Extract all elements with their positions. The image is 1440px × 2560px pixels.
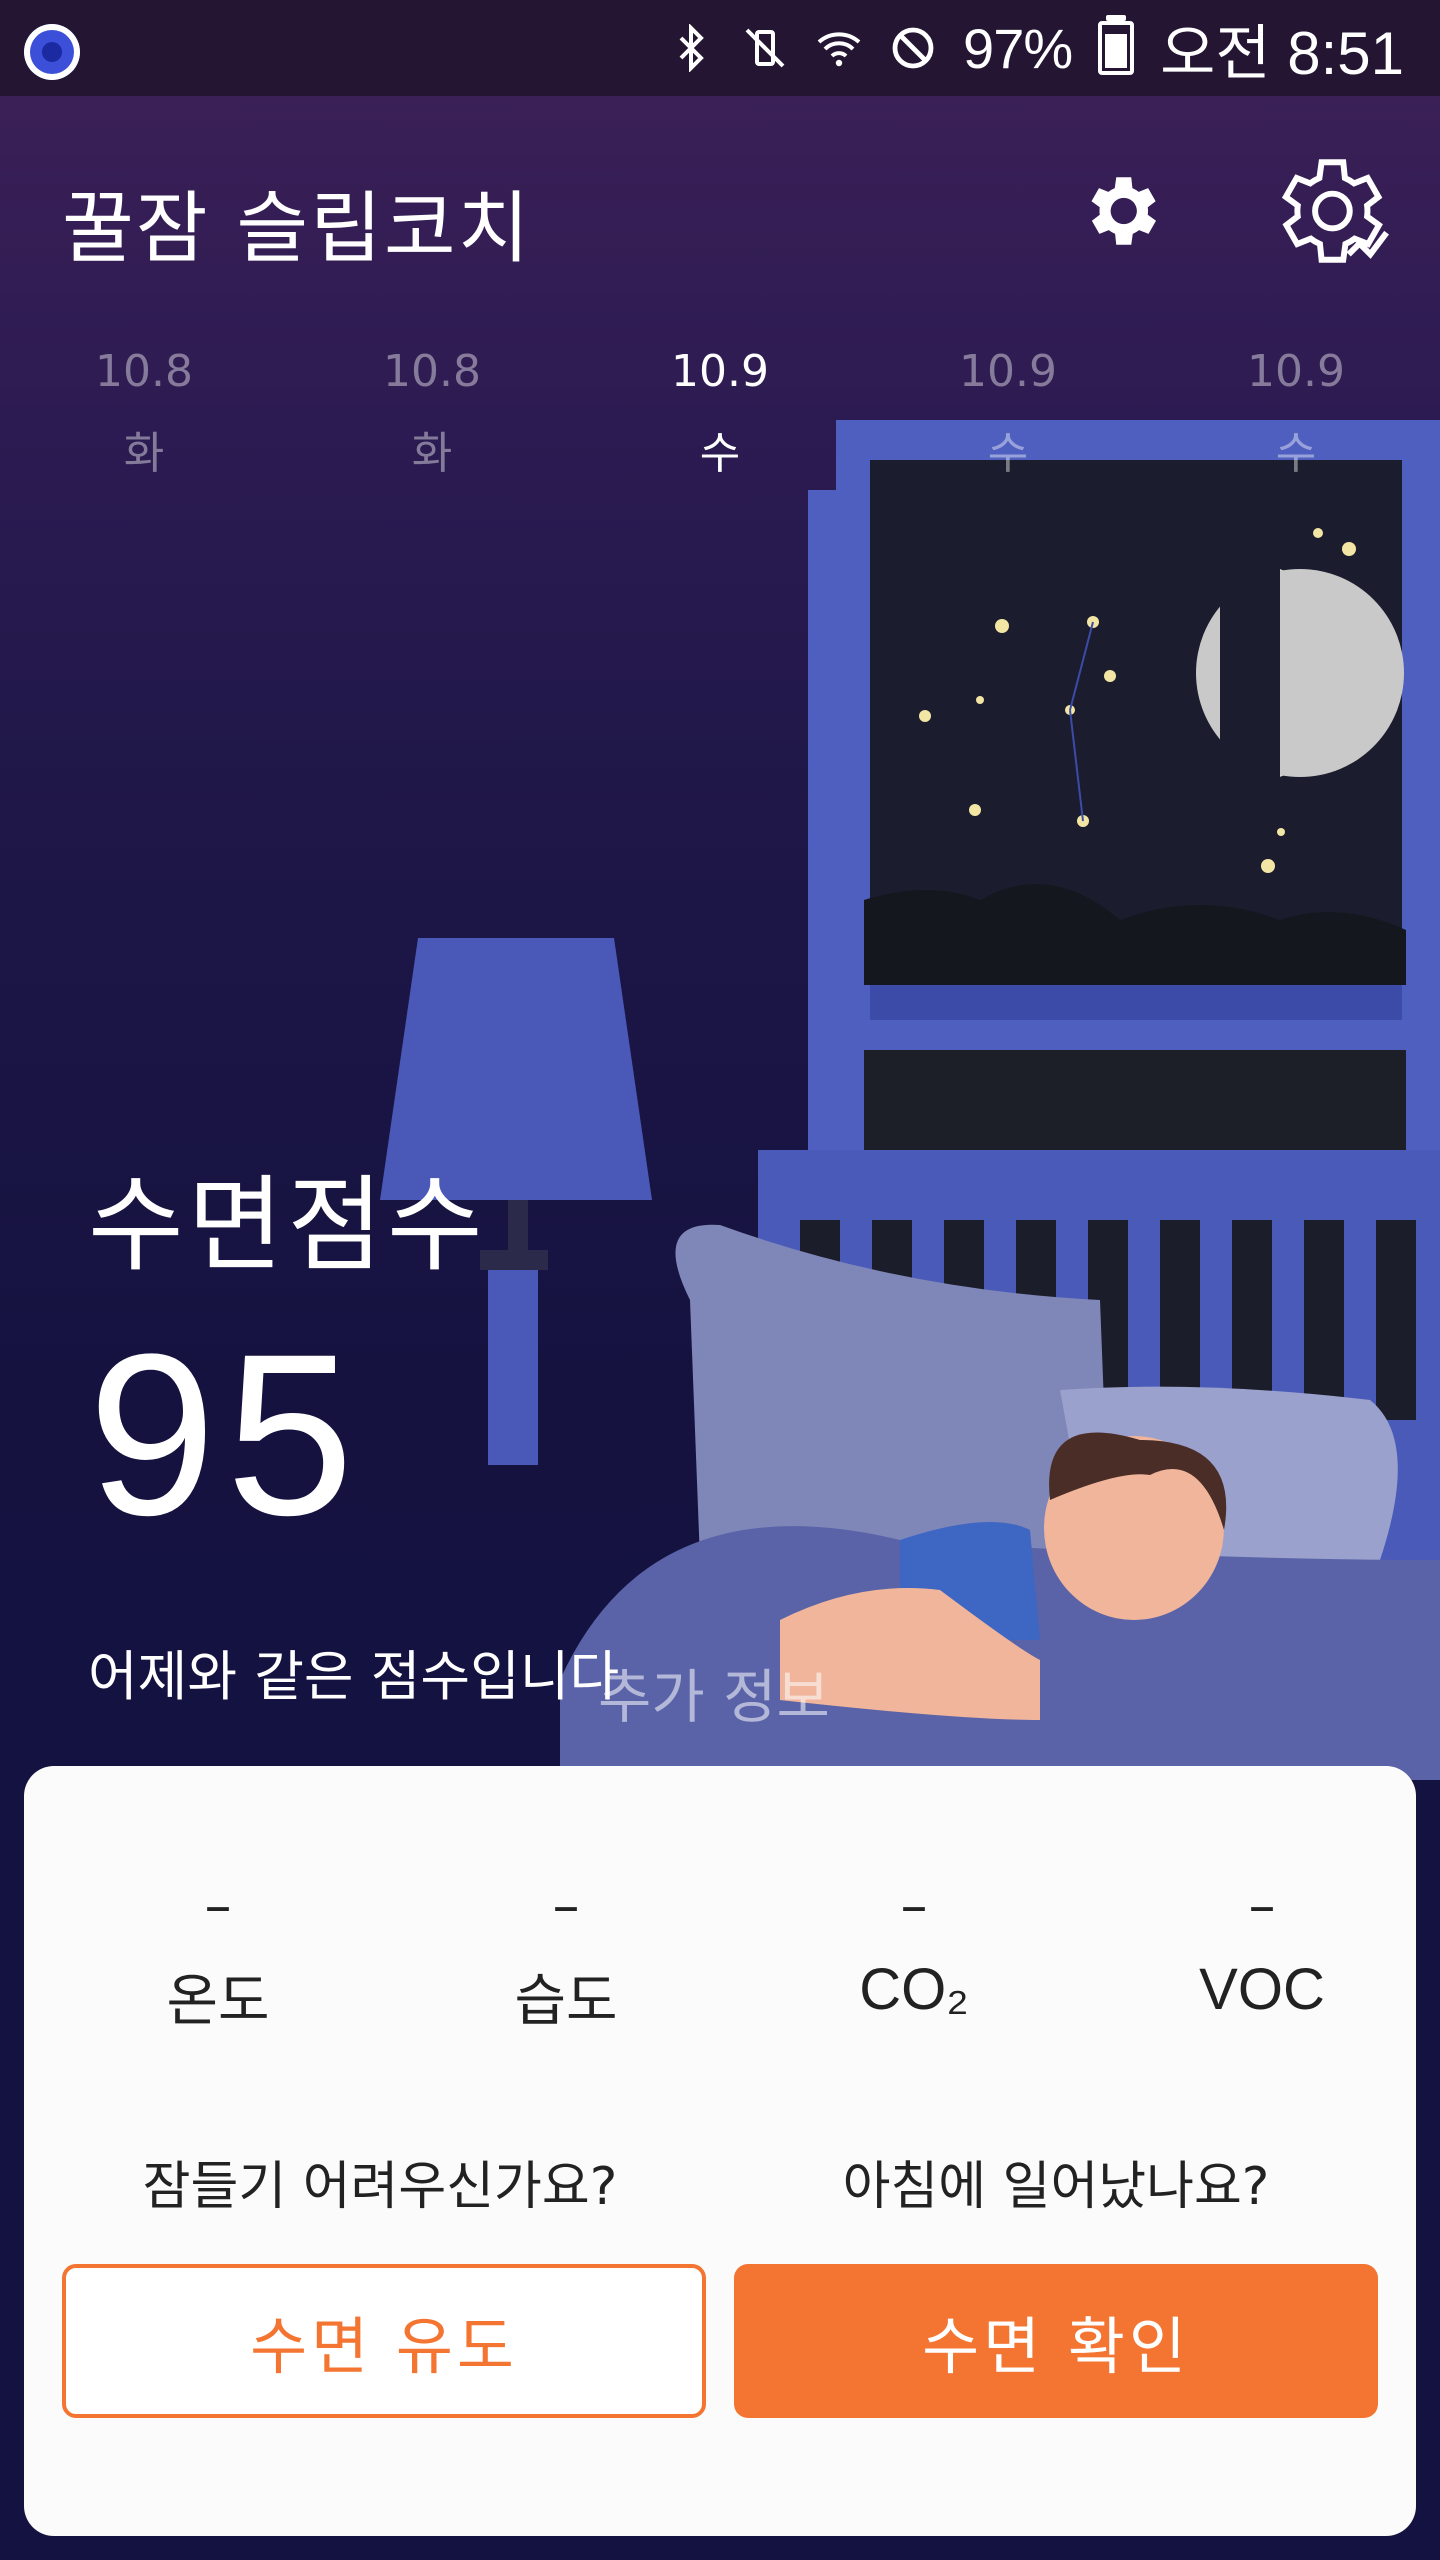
more-info-link[interactable]: 추가 정보 [598, 1650, 830, 1734]
app-header: 꿀잠 슬립코치 [0, 96, 1440, 326]
weekday-label: 수 [1275, 428, 1317, 479]
status-bar: 97% 오전 8:51 [0, 0, 1440, 96]
gear-icon[interactable] [1075, 166, 1165, 256]
bluetooth-icon [679, 24, 704, 72]
sensor-value: – [204, 1874, 232, 1937]
environment-card: – 온도 – 습도 – CO₂ – VOC 잠들기 어려우신가요? 아침에 일어… [24, 1766, 1416, 2536]
battery-charging-icon [1098, 15, 1135, 75]
do-not-disturb-icon [892, 27, 934, 69]
weekday-label: 수 [987, 428, 1029, 479]
date-item[interactable]: 10.9 수 [918, 346, 1098, 481]
wifi-icon [817, 32, 861, 67]
sensor-label: 온도 [166, 1969, 270, 2034]
weekday-label: 화 [123, 428, 165, 479]
date-label: 10.8 [383, 346, 481, 397]
sensor-value: – [552, 1874, 580, 1937]
status-icons: 97% 오전 8:51 [667, 14, 1404, 87]
date-item[interactable]: 10.9 수 [1206, 346, 1386, 481]
sensor-label: VOC [1199, 1957, 1325, 2022]
weekday-label: 화 [411, 428, 453, 479]
vibrate-muted-icon [745, 28, 785, 68]
date-label: 10.9 [671, 346, 769, 397]
score-comparison-text: 어제와 같은 점수입니다 [88, 1645, 620, 1708]
sleep-induce-button[interactable]: 수면 유도 [62, 2264, 706, 2418]
check-question: 아침에 일어났나요? [842, 2157, 1270, 2217]
sensor-label: 습도 [514, 1969, 618, 2034]
humidity-sensor: – 습도 [456, 1876, 676, 2037]
sensor-value: – [900, 1874, 928, 1937]
sensor-value: – [1248, 1874, 1276, 1937]
sleep-check-button[interactable]: 수면 확인 [734, 2264, 1378, 2418]
app-notification-icon [24, 24, 80, 80]
date-item[interactable]: 10.8 화 [342, 346, 522, 481]
sleep-score-label: 수면점수 [88, 1164, 487, 1286]
gear-outline-icon[interactable] [1262, 146, 1392, 276]
weekday-label: 수 [699, 428, 741, 479]
date-item-selected[interactable]: 10.9 수 [630, 346, 810, 481]
date-label: 10.8 [95, 346, 193, 397]
co2-sensor: – CO₂ [804, 1876, 1024, 2023]
date-item[interactable]: 10.8 화 [54, 346, 234, 481]
date-selector: 10.8 화 10.8 화 10.9 수 10.9 수 10.9 수 [0, 346, 1440, 496]
sensor-label: CO₂ [859, 1957, 969, 2022]
app-title: 꿀잠 슬립코치 [62, 184, 532, 274]
status-time: 오전 8:51 [1160, 19, 1404, 87]
battery-percent: 97% [963, 16, 1073, 80]
induce-question: 잠들기 어려우신가요? [142, 2157, 618, 2217]
temperature-sensor: – 온도 [108, 1876, 328, 2037]
sleep-score-value: 95 [88, 1306, 364, 1563]
date-label: 10.9 [1247, 346, 1345, 397]
date-label: 10.9 [959, 346, 1057, 397]
voc-sensor: – VOC [1152, 1876, 1372, 2023]
